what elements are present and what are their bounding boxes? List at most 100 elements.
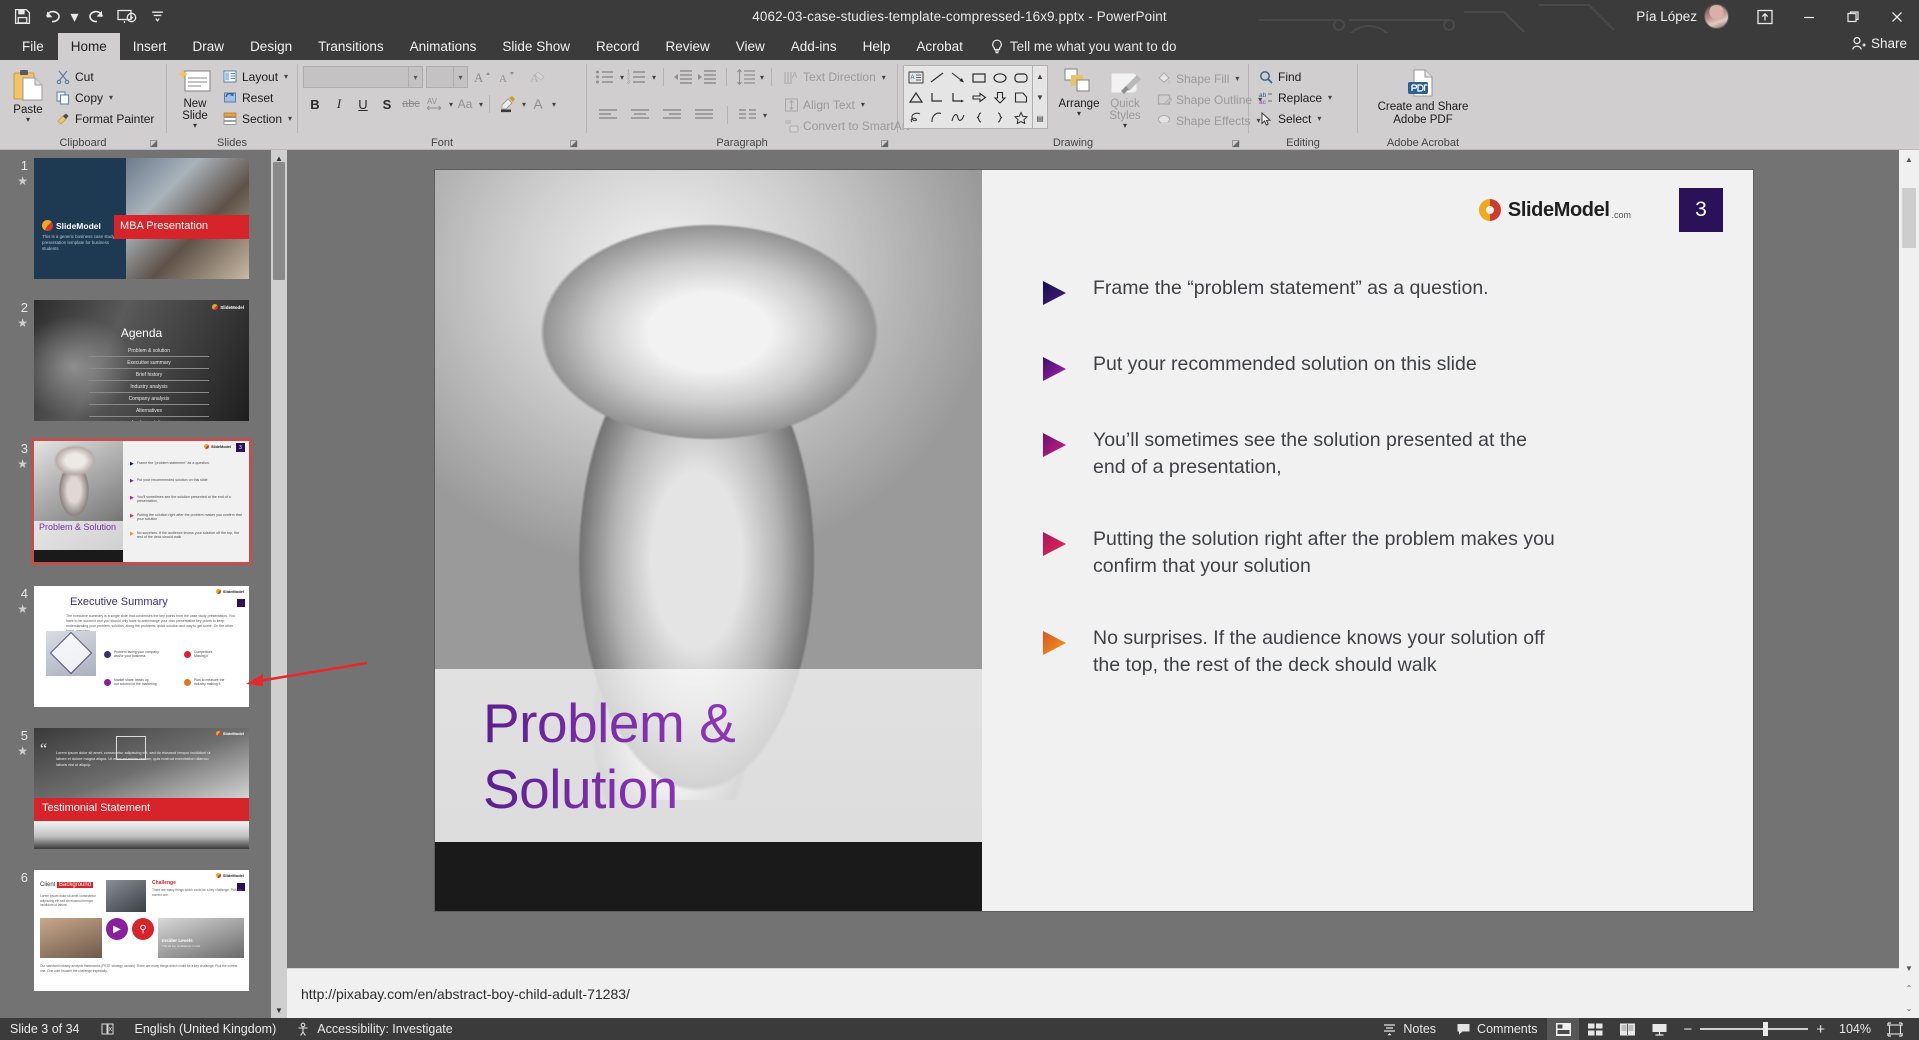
quick-styles-button[interactable]: Quick Styles ▾ [1102,65,1148,131]
shape-elbow-connector-icon[interactable] [926,87,947,107]
paste-button[interactable]: Paste ▾ [5,65,51,125]
font-size-input[interactable]: ▾ [426,66,468,88]
thumbnail-image[interactable]: SlideModel Agenda Problem & solution Exe… [34,300,249,421]
slide-thumbnail-pane[interactable]: 1 ★ SlideModel This is a generic busines… [0,150,287,1018]
find-button[interactable]: Find [1254,66,1336,87]
shapes-gallery[interactable]: A [903,65,1033,129]
shape-triangle-icon[interactable] [905,87,926,107]
line-spacing-icon[interactable] [734,66,758,88]
shape-fill-dropdown-icon[interactable]: ▾ [1235,74,1239,83]
undo-dropdown-icon[interactable]: ▾ [68,4,81,30]
restore-icon[interactable] [1831,0,1875,33]
list-item[interactable]: Frame the “problem statement” as a quest… [1042,275,1709,306]
tab-file[interactable]: File [8,33,58,60]
zoom-in-button[interactable]: + [1816,1021,1825,1038]
shape-arrow-icon[interactable] [947,67,968,87]
shape-pentagon-icon[interactable] [1010,87,1031,107]
zoom-slider-knob[interactable] [1763,1022,1769,1036]
align-right-icon[interactable] [656,104,688,126]
arrange-dropdown-icon[interactable]: ▾ [1077,110,1081,118]
strikethrough-icon[interactable]: abc [399,93,423,115]
zoom-slider[interactable]: − + 104% [1675,1018,1879,1040]
font-size-dropdown-icon[interactable]: ▾ [453,67,467,87]
scrollbar-thumb[interactable] [1902,188,1916,248]
tab-slide-show[interactable]: Slide Show [489,33,583,60]
tab-view[interactable]: View [723,33,778,60]
shape-line-icon[interactable] [926,67,947,87]
list-item[interactable]: Putting the solution right after the pro… [1042,526,1709,580]
thumbnail-image[interactable]: SlideModel Client Background Lorem ipsum… [34,870,249,991]
avatar[interactable] [1704,4,1729,29]
replace-button[interactable]: ab ac Replace ▾ [1254,87,1336,108]
zoom-track[interactable] [1700,1018,1809,1040]
tab-add-ins[interactable]: Add-ins [778,33,850,60]
section-dropdown-icon[interactable]: ▾ [288,114,292,123]
slide-editing-area[interactable]: Problem & Solution SlideModel .com 3 Fra… [287,150,1899,1018]
tab-insert[interactable]: Insert [120,33,180,60]
notes-pane[interactable]: http://pixabay.com/en/abstract-boy-child… [287,968,1899,1018]
tab-animations[interactable]: Animations [397,33,490,60]
scroll-down-icon[interactable]: ▼ [271,1002,287,1018]
tab-transitions[interactable]: Transitions [305,33,397,60]
font-dialog-launcher[interactable]: ◪ [569,138,578,149]
tab-home[interactable]: Home [57,33,120,60]
numbering-dropdown-icon[interactable]: ▾ [652,73,656,82]
shape-left-brace-icon[interactable] [968,107,989,127]
scroll-up-icon[interactable]: ▲ [1899,150,1919,169]
user-name[interactable]: Pía López [1636,9,1697,24]
accessibility-status[interactable]: Accessibility: Investigate [286,1018,462,1040]
arrange-button[interactable]: Arrange ▾ [1056,65,1102,119]
thumbnail-image[interactable]: SlideModel This is a generic business ca… [34,158,249,279]
tab-record[interactable]: Record [583,33,653,60]
new-slide-button[interactable]: New Slide ▾ [172,65,218,131]
thumbnail-image[interactable]: Problem & Solution SlideModel 3 ▶ Frame t… [31,438,252,565]
slide-show-button[interactable] [1643,1018,1675,1040]
ribbon-display-options-icon[interactable] [1743,0,1787,33]
slide-photo[interactable]: Problem & Solution [435,170,982,911]
align-center-icon[interactable] [624,104,656,126]
font-name-dropdown-icon[interactable]: ▾ [408,67,422,87]
drawing-dialog-launcher[interactable]: ◪ [1231,138,1240,149]
comments-button[interactable]: Comments [1446,1018,1547,1040]
shape-right-arrow-icon[interactable] [968,87,989,107]
text-shadow-icon[interactable]: S [375,93,399,115]
redo-icon[interactable] [83,4,111,30]
start-presentation-icon[interactable] [113,4,141,30]
shape-right-brace-icon[interactable] [989,107,1010,127]
layout-button[interactable]: Layout ▾ [218,66,296,87]
tab-review[interactable]: Review [653,33,723,60]
thumbnail-slide-5[interactable]: 5 ★ SlideModel “ Lorem ipsum dolor sit a… [17,728,249,849]
tab-acrobat[interactable]: Acrobat [903,33,976,60]
list-item[interactable]: You’ll sometimes see the solution presen… [1042,427,1709,481]
bold-icon[interactable]: B [303,93,327,115]
justify-icon[interactable] [688,104,720,126]
paste-dropdown-icon[interactable]: ▾ [26,116,30,124]
shape-scribble-icon[interactable] [905,107,926,127]
font-color-icon[interactable]: A [526,93,550,115]
text-direction-dropdown-icon[interactable]: ▾ [882,73,886,82]
reading-view-button[interactable] [1611,1018,1643,1040]
font-color-dropdown-icon[interactable]: ▾ [552,100,556,109]
underline-icon[interactable]: U [351,93,375,115]
align-left-icon[interactable] [592,104,624,126]
spellcheck-status[interactable]: x [90,1018,125,1040]
shape-oval-icon[interactable] [989,67,1010,87]
create-and-share-adobe-pdf-button[interactable]: Create and Share Adobe PDF [1373,66,1474,128]
select-button[interactable]: Select ▾ [1254,108,1336,129]
character-spacing-icon[interactable]: AV [423,93,447,115]
slide-area-scrollbar[interactable]: ▲ ▼ ⌃ ⌄ [1899,150,1919,1018]
slide-title[interactable]: Problem & Solution [483,690,735,822]
thumbnail-slide-6[interactable]: 6 SlideModel Client Background Lorem ips… [21,870,249,991]
thumbnail-slide-4[interactable]: 4 ★ SlideModel Executive Summary The exe… [17,586,249,707]
thumbnail-image[interactable]: SlideModel “ Lorem ipsum dolor sit amet,… [34,728,249,849]
shapes-gallery-scrollbar[interactable]: ▲ ▼ ▤ [1033,65,1048,129]
reset-button[interactable]: Reset [218,87,296,108]
share-button[interactable]: Share [1851,36,1907,51]
copy-dropdown-icon[interactable]: ▾ [109,93,113,102]
section-button[interactable]: Section ▾ [218,108,296,129]
shapes-scroll-down-icon[interactable]: ▼ [1033,87,1047,107]
slide-counter[interactable]: Slide 3 of 34 [0,1018,90,1040]
text-direction-button[interactable]: A Text Direction ▾ [779,67,890,88]
bullets-icon[interactable] [592,66,618,88]
font-name-input[interactable]: ▾ [303,66,423,88]
